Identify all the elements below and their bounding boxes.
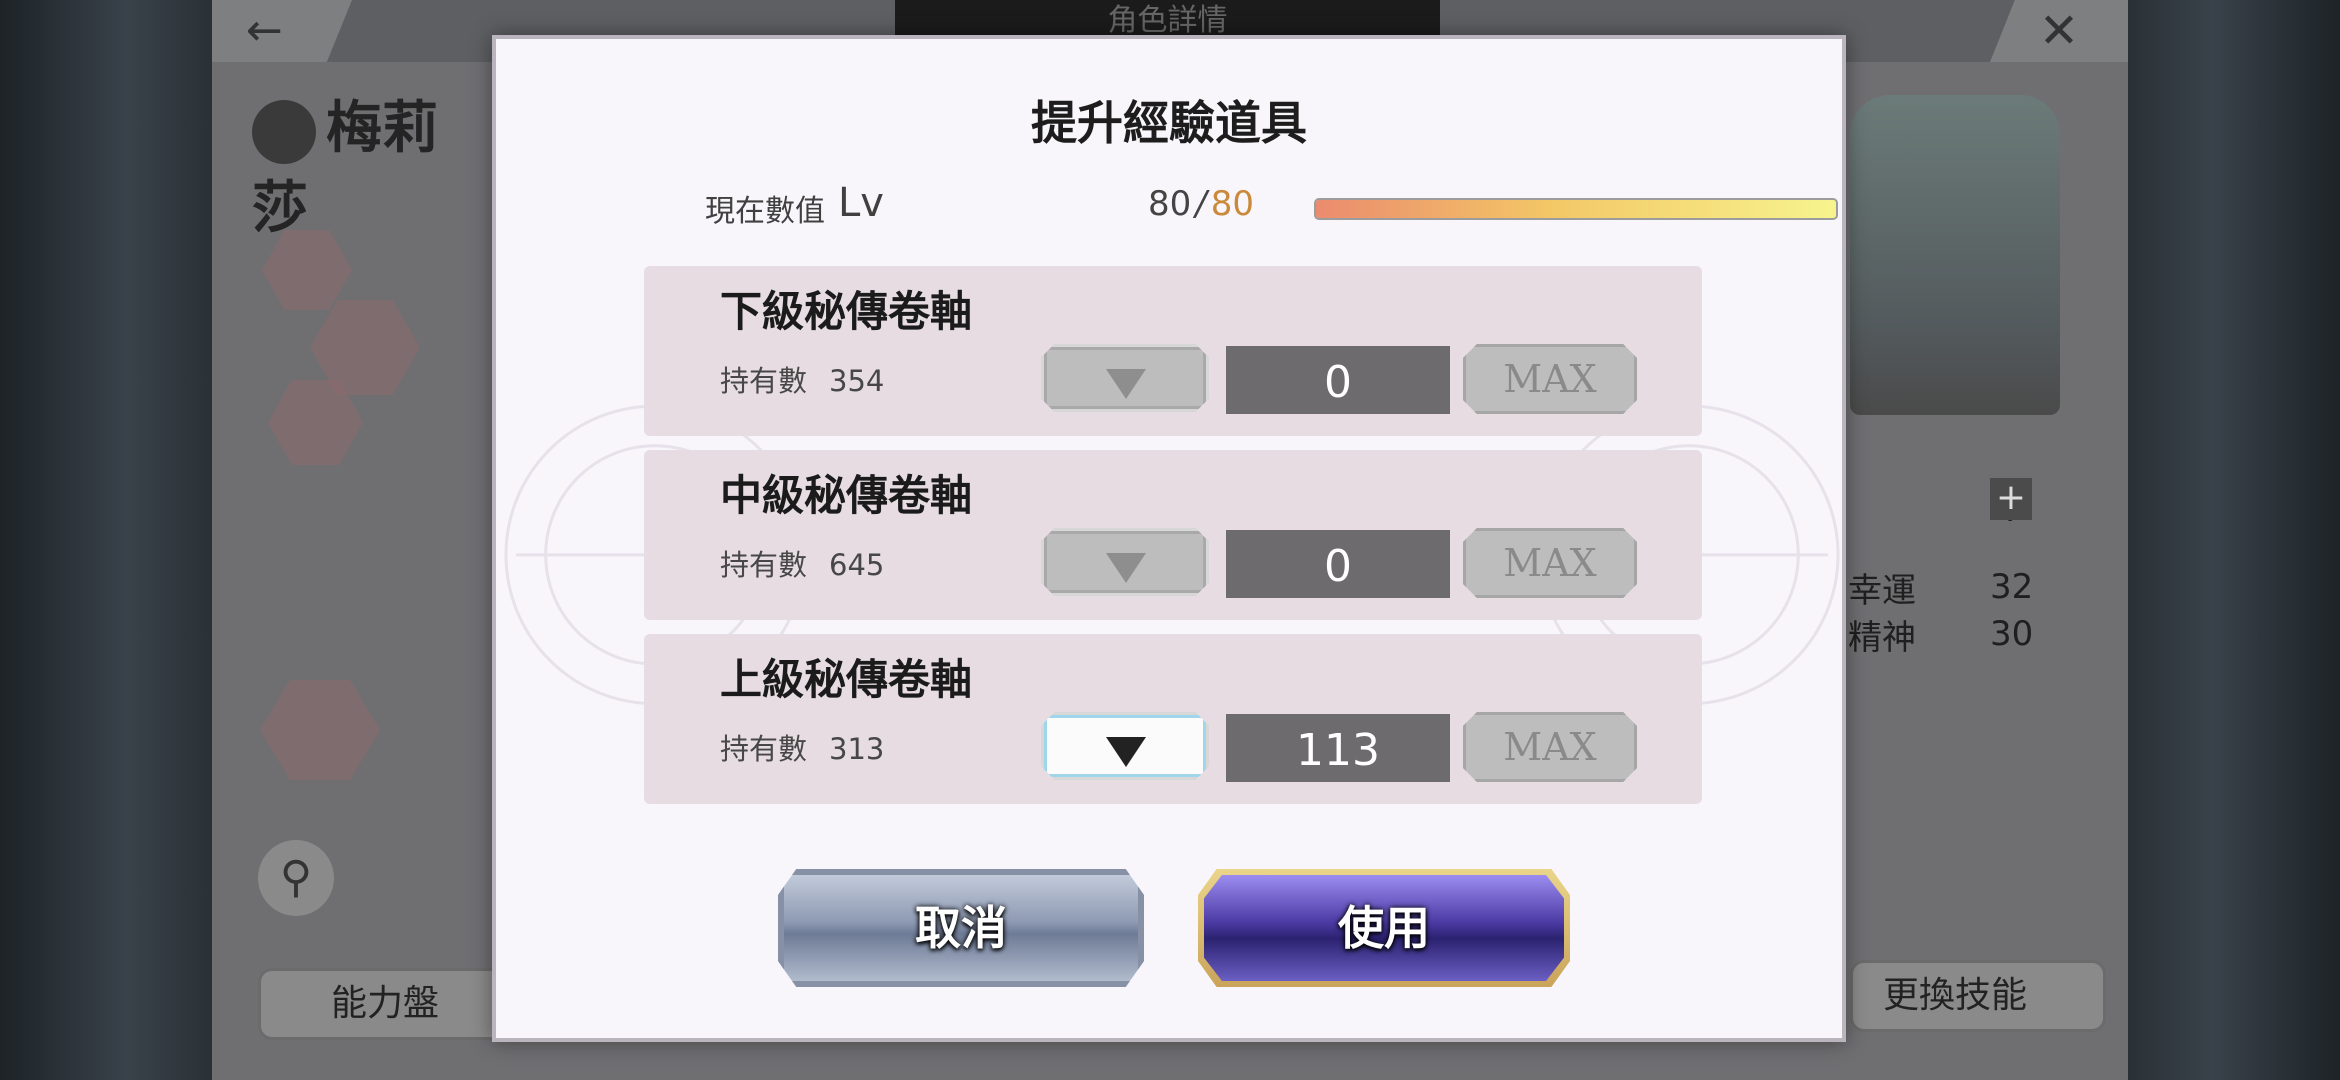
window-title: 角色詳情 <box>895 0 1440 38</box>
item-owned: 持有數 645 <box>720 542 884 584</box>
level-row: 現在數值 Lv 80/80 <box>705 180 1838 240</box>
item-row-lower-scroll: 下級秘傳卷軸 持有數 354 0 MAX <box>644 266 1702 436</box>
max-button[interactable]: MAX <box>1463 344 1637 414</box>
decrease-button[interactable] <box>1041 712 1209 780</box>
level-numbers: 80/80 <box>1148 184 1254 224</box>
triangle-down-icon <box>1106 553 1146 583</box>
triangle-down-icon <box>1106 737 1146 767</box>
owned-label: 持有數 <box>720 364 808 398</box>
item-name: 中級秘傳卷軸 <box>720 471 973 520</box>
triangle-down-icon <box>1106 369 1146 399</box>
cancel-button[interactable]: 取消 <box>778 869 1144 987</box>
item-name: 下級秘傳卷軸 <box>720 287 973 336</box>
level-max: 80 <box>1210 184 1254 224</box>
owned-count: 313 <box>829 732 885 766</box>
decrease-button[interactable] <box>1041 528 1209 596</box>
use-button[interactable]: 使用 <box>1198 869 1570 987</box>
max-button[interactable]: MAX <box>1463 528 1637 598</box>
cancel-label: 取消 <box>915 901 1007 955</box>
exp-progress-fill <box>1316 200 1836 218</box>
level-prefix: Lv <box>838 180 884 226</box>
item-row-upper-scroll: 上級秘傳卷軸 持有數 313 113 MAX <box>644 634 1702 804</box>
owned-count: 354 <box>829 364 885 398</box>
quantity-field[interactable]: 113 <box>1226 714 1450 782</box>
background-right-edge <box>2128 0 2340 1080</box>
character-chibi-art <box>1850 95 2060 415</box>
exp-item-dialog: 提升經驗道具 現在數值 Lv 80/80 下級秘傳卷軸 持有數 354 0 MAX… <box>492 35 1846 1042</box>
stat-label-spirit: 精神 <box>1848 618 1916 658</box>
quantity-field[interactable]: 0 <box>1226 530 1450 598</box>
item-row-middle-scroll: 中級秘傳卷軸 持有數 645 0 MAX <box>644 450 1702 620</box>
use-label: 使用 <box>1338 901 1430 955</box>
owned-count: 645 <box>829 548 885 582</box>
quantity-field[interactable]: 0 <box>1226 346 1450 414</box>
item-owned: 持有數 354 <box>720 358 884 400</box>
owned-label: 持有數 <box>720 548 808 582</box>
background-left-edge <box>0 0 212 1080</box>
level-current: 80 <box>1148 184 1192 224</box>
dialog-title: 提升經驗道具 <box>1031 96 1307 150</box>
stat-label-luck: 幸運 <box>1848 571 1916 611</box>
level-label: 現在數值 <box>705 194 825 229</box>
item-owned: 持有數 313 <box>720 726 884 768</box>
stat-value-spirit: 30 <box>1990 614 2034 654</box>
level-separator: / <box>1195 184 1207 224</box>
decrease-button[interactable] <box>1041 344 1209 412</box>
owned-label: 持有數 <box>720 732 808 766</box>
exp-progress-bar <box>1314 198 1838 220</box>
search-icon[interactable]: ⚲ <box>258 840 334 916</box>
stat-value-luck: 32 <box>1990 567 2034 607</box>
element-emblem-icon <box>252 100 316 165</box>
plus-icon[interactable]: + <box>1990 478 2032 520</box>
character-name-header: 梅莉莎 <box>252 88 492 241</box>
item-name: 上級秘傳卷軸 <box>720 655 973 704</box>
max-button[interactable]: MAX <box>1463 712 1637 782</box>
change-skill-button[interactable]: 更換技能 <box>1850 960 2106 1032</box>
